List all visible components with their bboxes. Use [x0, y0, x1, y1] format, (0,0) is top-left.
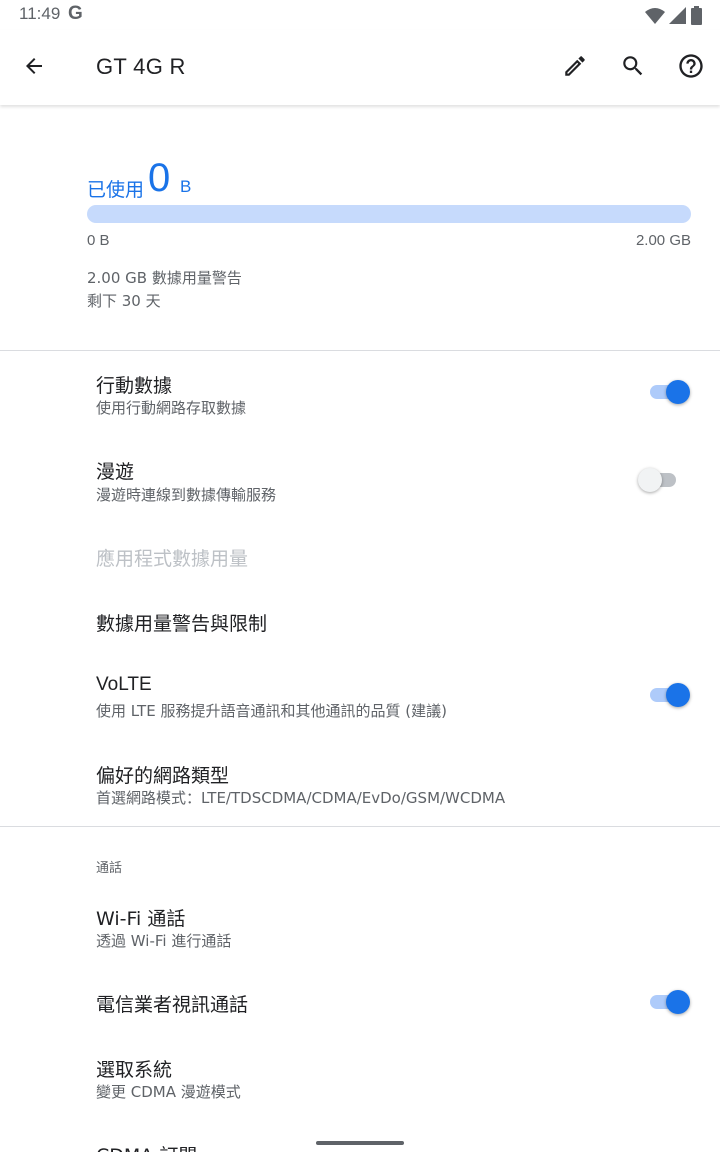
- pref-title: VoLTE: [96, 674, 152, 695]
- pref-title: Wi-Fi 通話: [96, 908, 186, 930]
- data-usage-summary: 已使用 0 B 0 B 2.00 GB 2.00 GB 數據用量警告 剩下 30…: [0, 106, 720, 350]
- usage-range-min: 0 B: [87, 232, 110, 249]
- pref-title: 選取系統: [96, 1059, 173, 1081]
- pref-network-type[interactable]: 偏好的網路類型 首選網路模式：LTE/TDSCDMA/CDMA/EvDo/GSM…: [0, 742, 720, 826]
- pref-summary: 使用 LTE 服務提升語音通訊和其他通訊的品質 (建議): [96, 702, 447, 720]
- status-icons: [645, 5, 702, 25]
- pref-title: CDMA 訂閱: [96, 1141, 197, 1152]
- switch-thumb: [666, 990, 690, 1014]
- pencil-icon: [565, 56, 585, 76]
- pref-title: 偏好的網路類型: [96, 765, 230, 787]
- volte-switch[interactable]: [646, 683, 690, 707]
- pref-cdma-subscription[interactable]: CDMA 訂閱: [0, 1122, 720, 1152]
- gesture-nav-handle[interactable]: [316, 1141, 404, 1145]
- roaming-switch[interactable]: [638, 468, 682, 492]
- switch-thumb: [638, 468, 662, 492]
- pref-summary: 漫遊時連線到數據傳輸服務: [96, 486, 277, 504]
- pref-title: 漫遊: [96, 461, 135, 483]
- pref-title: 行動數據: [96, 375, 173, 397]
- usage-range-max: 2.00 GB: [635, 232, 691, 249]
- help-circle-icon: [679, 54, 703, 78]
- switch-thumb: [666, 380, 690, 404]
- pref-system-select[interactable]: 選取系統 變更 CDMA 漫遊模式: [0, 1036, 720, 1120]
- page-title: GT 4G R: [96, 54, 186, 79]
- pref-summary: 透過 Wi-Fi 進行通話: [96, 932, 232, 950]
- pref-title: 數據用量警告與限制: [96, 613, 268, 635]
- pref-wifi-calling[interactable]: Wi-Fi 通話 透過 Wi-Fi 進行通話: [0, 884, 720, 970]
- google-icon: G: [68, 3, 83, 24]
- wifi-icon: [645, 8, 665, 24]
- pref-summary: 首選網路模式：LTE/TDSCDMA/CDMA/EvDo/GSM/WCDMA: [96, 789, 506, 807]
- pref-data-warning-limit[interactable]: 數據用量警告與限制: [0, 590, 720, 654]
- help-button[interactable]: [667, 42, 715, 90]
- pref-volte[interactable]: VoLTE 使用 LTE 服務提升語音通訊和其他通訊的品質 (建議): [0, 655, 720, 741]
- usage-warning-text: 2.00 GB 數據用量警告: [87, 269, 242, 287]
- search-icon: [623, 56, 643, 76]
- pref-app-data-usage: 應用程式數據用量: [0, 525, 720, 589]
- pref-mobile-data[interactable]: 行動數據 使用行動網路存取數據: [0, 351, 720, 437]
- pref-video-calling[interactable]: 電信業者視訊通話: [0, 971, 720, 1035]
- switch-thumb: [666, 683, 690, 707]
- back-button[interactable]: [10, 42, 58, 90]
- arrow-back-icon: [26, 58, 42, 74]
- usage-label: 已使用: [87, 179, 145, 201]
- signal-icon: [669, 7, 686, 24]
- app-bar: GT 4G R: [0, 30, 720, 105]
- edit-button[interactable]: [551, 42, 599, 90]
- video-calling-switch[interactable]: [646, 990, 690, 1014]
- pref-summary: 使用行動網路存取數據: [96, 399, 247, 417]
- divider: [0, 826, 720, 827]
- mobile-network-settings-screen: 11:49 G GT 4G R 已使用 0 B 0 B 2.00 GB 2.00…: [0, 0, 720, 1152]
- battery-icon: [691, 6, 702, 25]
- category-calling: 通話: [96, 861, 123, 876]
- usage-value: 0: [148, 156, 171, 200]
- search-button[interactable]: [609, 42, 657, 90]
- pref-summary: 變更 CDMA 漫遊模式: [96, 1083, 241, 1101]
- days-remaining-text: 剩下 30 天: [87, 292, 161, 310]
- pref-roaming[interactable]: 漫遊 漫遊時連線到數據傳輸服務: [0, 438, 720, 524]
- pref-title: 應用程式數據用量: [96, 548, 249, 570]
- usage-progress-bar: [87, 205, 691, 223]
- status-time: 11:49: [19, 4, 61, 23]
- status-bar: 11:49 G: [0, 0, 720, 30]
- pref-title: 電信業者視訊通話: [96, 994, 249, 1016]
- usage-unit: B: [180, 177, 192, 196]
- mobile-data-switch[interactable]: [646, 380, 690, 404]
